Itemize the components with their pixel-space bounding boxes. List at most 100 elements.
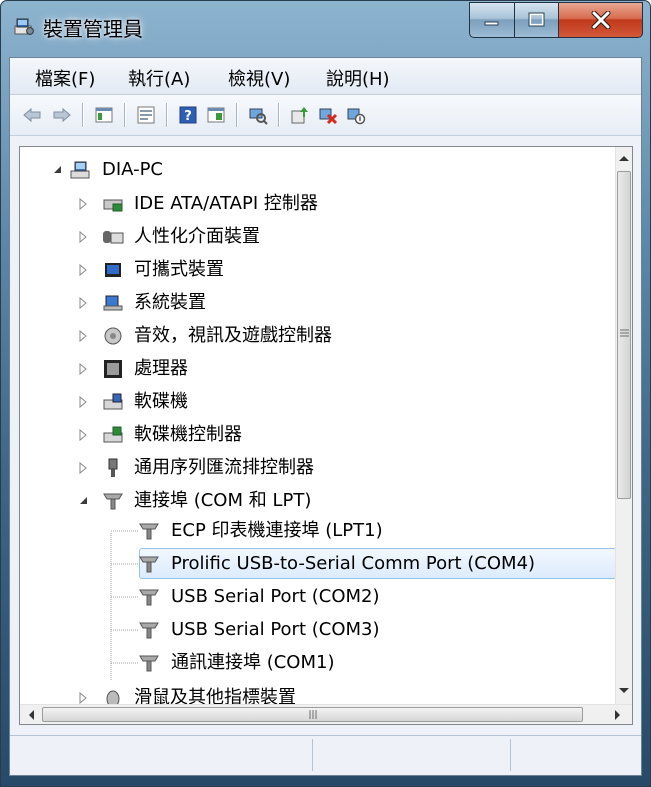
device-tree-viewport: DIA-PC IDE ATA/ATAPI 控制器 人性化介面裝置 可攜式裝置 系… [20,147,616,704]
back-icon[interactable] [22,105,42,125]
expand-arrow-icon[interactable] [77,190,89,218]
ide-controller-icon [103,199,123,212]
tree-node-system-devices[interactable]: 系統裝置 [20,289,616,317]
title-bar[interactable]: 裝置管理員 [1,1,650,57]
scroll-left-arrow-icon[interactable] [26,709,36,721]
tree-node-floppy-controllers[interactable]: 軟碟機控制器 [20,421,616,449]
tree-node-ide-controllers[interactable]: IDE ATA/ATAPI 控制器 [20,190,616,218]
menu-action[interactable]: 執行(A) [128,65,190,91]
tree-node-root[interactable]: DIA-PC [20,156,616,184]
tree-label-sound: 音效，視訊及遊戲控制器 [134,325,332,346]
toolbar: ? [10,95,641,136]
device-manager-window: 裝置管理員 檔案(F) 執行(A) 檢視(V) 說明(H) ? DIA-PC I… [0,0,651,787]
close-button[interactable] [559,2,643,38]
tree-label-ide: IDE ATA/ATAPI 控制器 [134,193,318,214]
help-icon[interactable]: ? [178,105,198,125]
expand-arrow-icon[interactable] [77,289,89,317]
horizontal-scroll-thumb[interactable] [42,707,583,722]
close-icon [591,11,610,29]
collapse-arrow-icon[interactable] [51,156,63,184]
tree-node-port-com4[interactable]: Prolific USB-to-Serial Comm Port (COM4) [20,550,616,578]
expand-arrow-icon[interactable] [77,684,89,704]
horizontal-scrollbar[interactable] [20,704,632,724]
minimize-button[interactable] [469,2,515,38]
expand-arrow-icon[interactable] [77,454,89,482]
mouse-icon [106,690,120,704]
menu-help[interactable]: 說明(H) [326,65,390,91]
tree-root-label: DIA-PC [102,159,164,180]
menu-file[interactable]: 檔案(F) [35,65,95,91]
grip-icon [309,710,317,719]
menu-bar: 檔案(F) 執行(A) 檢視(V) 說明(H) [10,58,641,95]
tree-node-usb-controllers[interactable]: 通用序列匯流排控制器 [20,454,616,482]
scan-hardware-icon[interactable] [248,105,268,125]
expand-arrow-icon[interactable] [77,421,89,449]
status-panel-divider [510,739,511,771]
status-bar [10,735,641,775]
sound-icon [104,327,122,345]
scroll-right-arrow-icon[interactable] [613,709,623,721]
port-icon [139,622,159,639]
tree-label-port-com1: 通訊連接埠 (COM1) [171,652,335,673]
forward-icon[interactable] [52,105,72,125]
floppy-controller-icon [103,426,123,443]
tree-label-port-com4: Prolific USB-to-Serial Comm Port (COM4) [171,553,536,574]
grip-icon [620,329,629,337]
port-icon [139,556,159,573]
uninstall-icon[interactable] [318,105,338,125]
disable-icon[interactable] [346,105,366,125]
menu-view[interactable]: 檢視(V) [228,65,290,91]
tree-node-port-lpt1[interactable]: ECP 印表機連接埠 (LPT1) [20,517,616,545]
tree-label-portable: 可攜式裝置 [134,259,224,280]
tree-node-processors[interactable]: 處理器 [20,355,616,383]
tree-label-ports: 連接埠 (COM 和 LPT) [134,490,312,511]
window-title: 裝置管理員 [43,17,143,41]
port-icon [139,655,159,672]
tree-label-port-lpt1: ECP 印表機連接埠 (LPT1) [171,520,383,541]
svg-text:?: ? [184,109,192,124]
tree-label-usb: 通用序列匯流排控制器 [134,457,314,478]
port-icon [139,589,159,606]
expand-arrow-icon[interactable] [77,355,89,383]
tree-label-mice: 滑鼠及其他指標裝置 [134,687,296,704]
vertical-scroll-thumb[interactable] [617,171,631,499]
expand-arrow-icon[interactable] [77,388,89,416]
tree-node-ports[interactable]: 連接埠 (COM 和 LPT) [20,487,616,515]
tree-label-port-com2: USB Serial Port (COM2) [171,586,380,607]
collapse-arrow-icon[interactable] [77,487,89,515]
console-tree-icon[interactable] [94,105,114,125]
client-area: 檔案(F) 執行(A) 檢視(V) 說明(H) ? DIA-PC IDE ATA… [9,57,642,776]
tree-label-hid: 人性化介面裝置 [134,226,260,247]
portable-device-icon [105,263,121,277]
vertical-scrollbar[interactable] [615,147,632,704]
tree-node-sound[interactable]: 音效，視訊及遊戲控制器 [20,322,616,350]
properties-icon[interactable] [136,105,156,125]
hid-icon [103,231,124,244]
status-panel-divider [312,739,313,771]
tree-node-port-com2[interactable]: USB Serial Port (COM2) [20,583,616,611]
expand-arrow-icon[interactable] [77,322,89,350]
show-hide-icon[interactable] [206,105,226,125]
device-tree[interactable]: DIA-PC IDE ATA/ATAPI 控制器 人性化介面裝置 可攜式裝置 系… [19,146,633,725]
tree-label-processors: 處理器 [134,358,188,379]
tree-node-port-com3[interactable]: USB Serial Port (COM3) [20,616,616,644]
tree-node-floppy-drives[interactable]: 軟碟機 [20,388,616,416]
floppy-drive-icon [103,393,123,410]
tree-node-hid[interactable]: 人性化介面裝置 [20,223,616,251]
tree-label-floppy: 軟碟機 [134,391,188,412]
expand-arrow-icon[interactable] [77,256,89,284]
tree-label-system: 系統裝置 [134,292,206,313]
tree-node-portable-devices[interactable]: 可攜式裝置 [20,256,616,284]
tree-node-port-com1[interactable]: 通訊連接埠 (COM1) [20,649,616,677]
maximize-button[interactable] [515,2,559,38]
port-icon [139,523,159,540]
tree-label-port-com3: USB Serial Port (COM3) [171,619,380,640]
system-device-icon [103,295,123,311]
tree-node-mice[interactable]: 滑鼠及其他指標裝置 [20,684,616,704]
scroll-up-arrow-icon[interactable] [618,153,630,163]
update-driver-icon[interactable] [290,105,310,125]
port-icon [103,493,123,510]
processor-icon [104,360,122,378]
scroll-down-arrow-icon[interactable] [618,686,630,696]
expand-arrow-icon[interactable] [77,223,89,251]
